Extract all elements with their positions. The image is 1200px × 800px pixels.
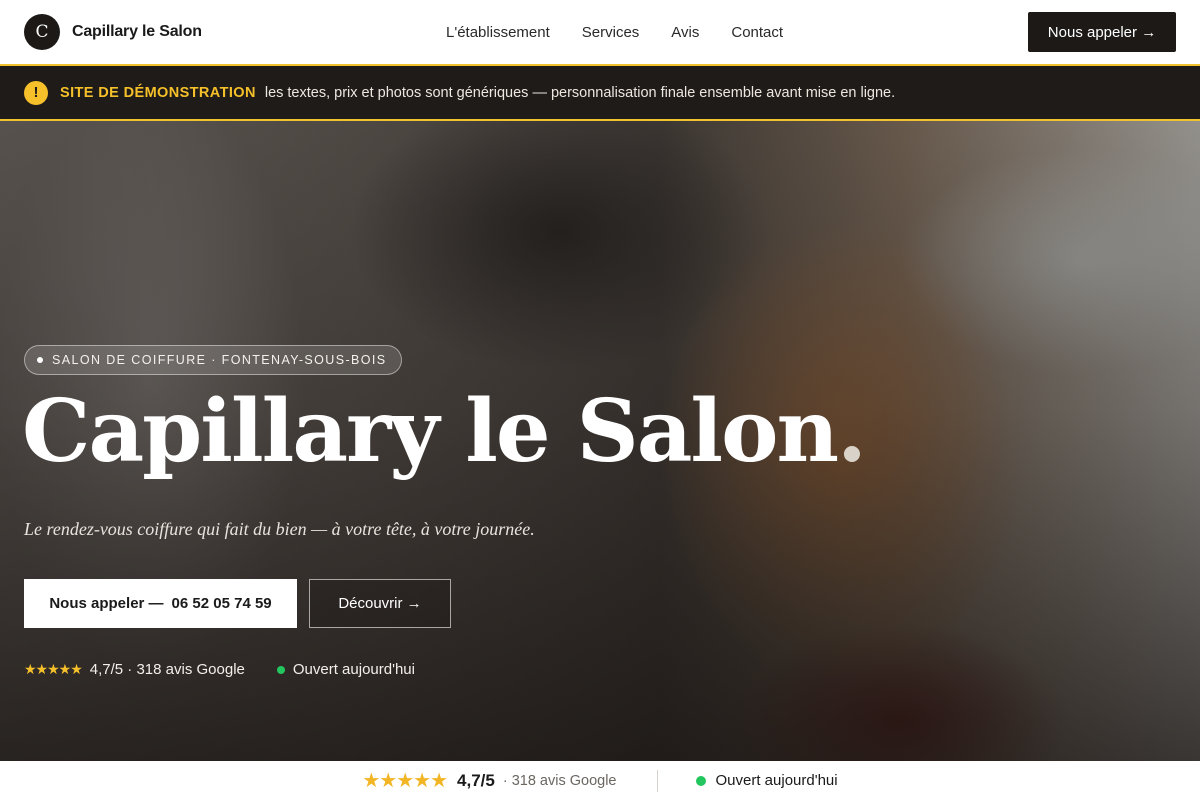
open-status-dot-icon: [276, 665, 285, 674]
demo-banner-title: SITE DE DÉMONSTRATION: [60, 84, 256, 101]
demo-banner: ! SITE DE DÉMONSTRATION les textes, prix…: [0, 64, 1200, 121]
nav-link-etablissement[interactable]: L'établissement: [446, 24, 550, 41]
nav-link-services[interactable]: Services: [582, 24, 640, 41]
badge-dot-icon: [37, 357, 43, 363]
main-nav: L'établissement Services Avis Contact: [446, 0, 815, 64]
hero-title: Capillary le Salon.: [22, 389, 867, 475]
hero-rating-text: 4,7/5 · 318 avis Google: [89, 661, 245, 678]
rating-stars-icon: ★★★★★: [24, 661, 83, 677]
rating-strip: ★★★★★ 4,7/5 · 318 avis Google Ouvert auj…: [0, 761, 1200, 800]
hero-badge-text: SALON DE COIFFURE · FONTENAY-SOUS-BOIS: [52, 353, 387, 367]
hero-title-dot: .: [836, 381, 867, 482]
hero-open-status: Ouvert aujourd'hui: [292, 661, 415, 678]
demo-banner-text: les textes, prix et photos sont génériqu…: [264, 84, 896, 101]
nav-link-contact[interactable]: Contact: [731, 24, 783, 41]
phone-number: 06 52 05 74 59: [171, 595, 272, 612]
strip-divider: [656, 769, 658, 792]
hero-section: SALON DE COIFFURE · FONTENAY-SOUS-BOIS C…: [0, 121, 1200, 761]
strip-open-dot-icon: [695, 775, 706, 786]
call-button-header[interactable]: Nous appeler →: [1028, 12, 1176, 52]
hero-location-badge: SALON DE COIFFURE · FONTENAY-SOUS-BOIS: [24, 345, 402, 375]
strip-score: 4,7/5: [457, 770, 495, 790]
nav-link-avis[interactable]: Avis: [671, 24, 699, 41]
brand-name[interactable]: Capillary le Salon: [72, 23, 202, 41]
warning-icon: !: [24, 80, 48, 105]
top-navbar: C Capillary le Salon L'établissement Ser…: [0, 0, 1200, 64]
strip-reviews: · 318 avis Google: [502, 772, 617, 789]
hero-content: SALON DE COIFFURE · FONTENAY-SOUS-BOIS C…: [22, 121, 924, 761]
hero-meta: ★★★★★ 4,7/5 · 318 avis Google Ouvert auj…: [24, 661, 415, 678]
call-button-hero[interactable]: Nous appeler — 06 52 05 74 59: [24, 579, 297, 628]
hero-tagline: Le rendez-vous coiffure qui fait du bien…: [24, 519, 535, 539]
discover-button[interactable]: Découvrir →: [309, 579, 451, 628]
logo-icon[interactable]: C: [24, 14, 60, 50]
strip-open-status: Ouvert aujourd'hui: [715, 772, 838, 789]
strip-stars-icon: ★★★★★: [362, 770, 448, 792]
call-button-label: Nous appeler —: [49, 595, 164, 612]
hero-title-text: Capillary le Salon: [22, 381, 839, 482]
